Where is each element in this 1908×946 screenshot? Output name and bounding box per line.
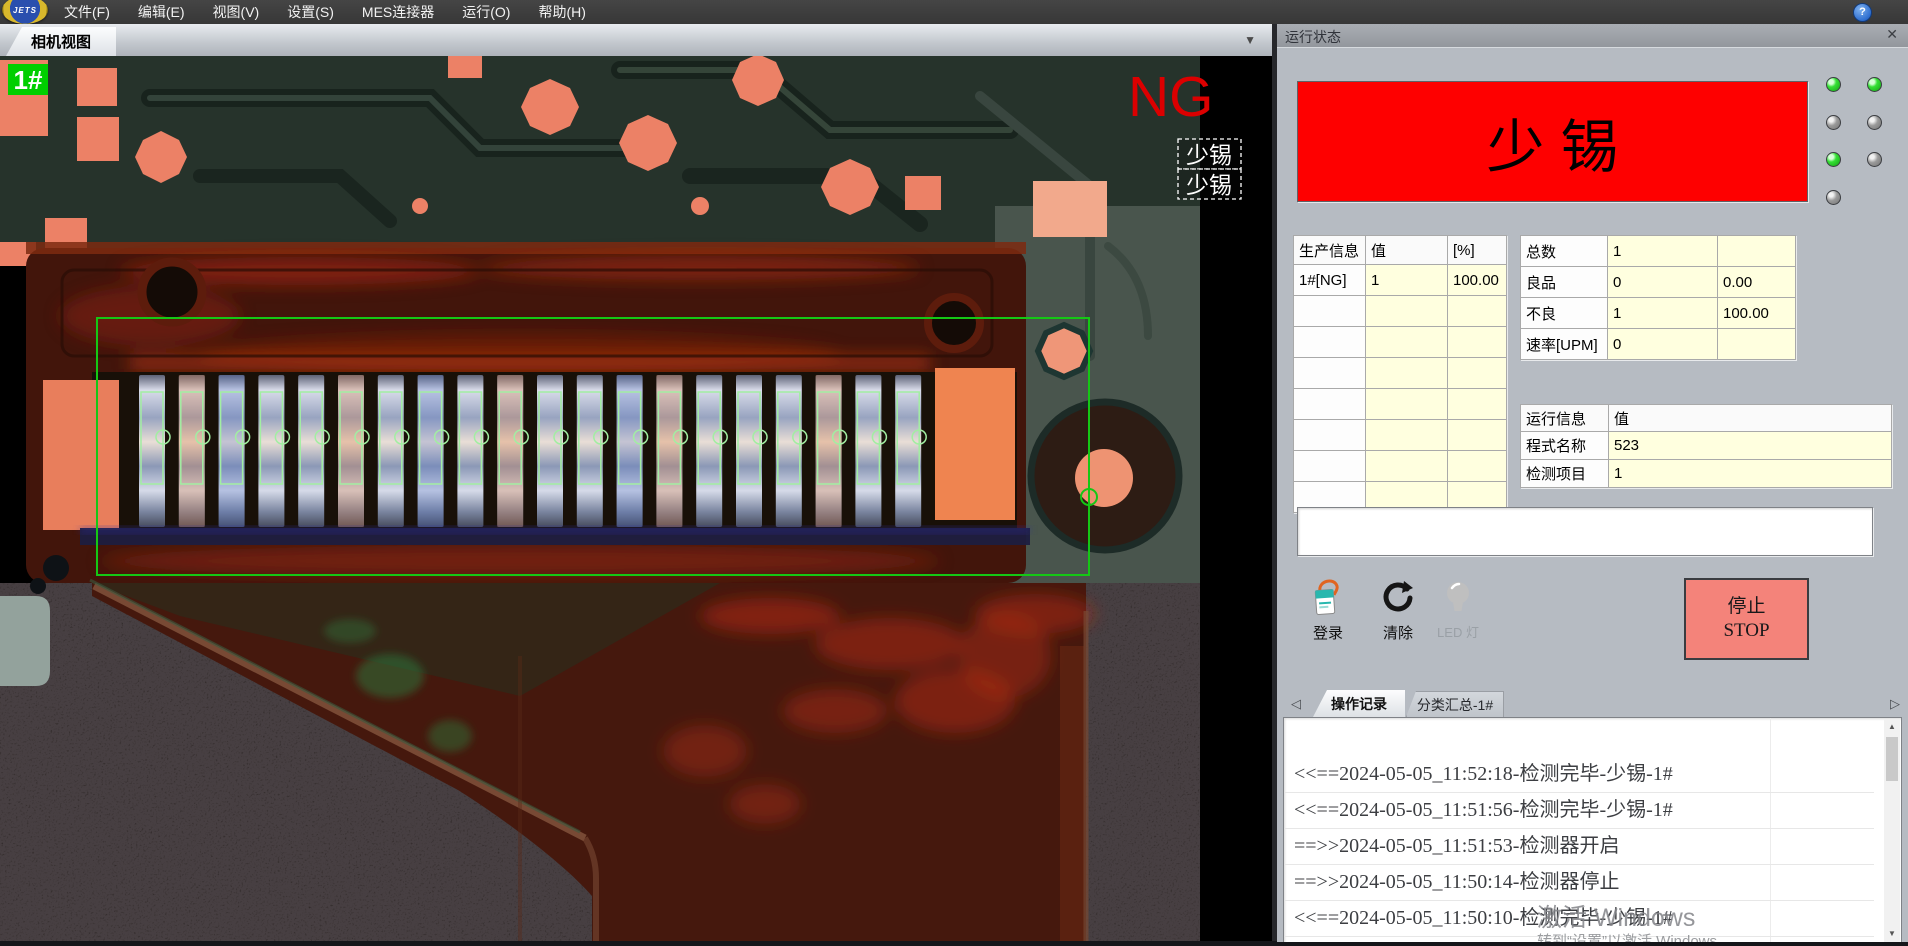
help-icon[interactable]: ? (1853, 3, 1872, 22)
scrollbar-thumb[interactable] (1886, 737, 1898, 781)
production-table: 生产信息 值 [%] 1#[NG] 1 100.00 (1293, 235, 1507, 513)
tab-operation-log[interactable]: 操作记录 (1313, 690, 1405, 717)
vertical-scrollbar[interactable]: ▲ ▼ (1884, 719, 1900, 942)
tab-camera-view[interactable]: 相机视图 (6, 27, 116, 56)
screw-hole (928, 297, 980, 349)
scroll-up-icon[interactable]: ▲ (1884, 719, 1900, 735)
camera-tab-bar: 相机视图 ▼ (0, 24, 1272, 57)
menu-edit[interactable]: 编辑(E) (124, 0, 199, 24)
log-entry[interactable]: ==>>2024-05-05_11:50:14-检测器停止 (1284, 864, 1874, 901)
status-led-on (1867, 77, 1882, 92)
windows-activation-watermark-sub: 转到“设置”以激活 Windows (1537, 930, 1717, 942)
menu-view[interactable]: 视图(V) (199, 0, 274, 24)
id-badge-icon (1296, 576, 1360, 620)
table-row: 1#[NG] 1 100.00 (1294, 265, 1507, 296)
status-led-off (1867, 152, 1882, 167)
table-row: 速率[UPM]0 (1521, 329, 1796, 360)
fiducial-mark (1031, 402, 1179, 550)
ng-result-label: NG (1128, 65, 1214, 129)
tab-scroll-left-icon[interactable]: ◁ (1291, 696, 1301, 712)
scroll-down-icon[interactable]: ▼ (1884, 926, 1900, 942)
gray-tab (0, 596, 50, 686)
table-row-empty (1294, 358, 1507, 389)
table-row: 检测项目1 (1521, 460, 1892, 488)
status-led-off (1826, 190, 1841, 205)
table-row: 不良1100.00 (1521, 298, 1796, 329)
status-led-on (1826, 152, 1841, 167)
table-row-empty (1294, 327, 1507, 358)
led-light-button[interactable]: LED 灯 (1426, 576, 1490, 641)
column-header: 值 (1366, 236, 1448, 265)
log-tab-strip: ◁ 操作记录 分类汇总-1# ▷ (1277, 689, 1908, 717)
column-header: 生产信息 (1294, 236, 1366, 265)
menu-help[interactable]: 帮助(H) (524, 0, 599, 24)
tab-scroll-right-icon[interactable]: ▷ (1890, 696, 1900, 712)
menu-run[interactable]: 运行(O) (448, 0, 524, 24)
pcb-inspection-image: 1# NG 少锡 少锡 (0, 56, 1272, 941)
close-icon[interactable]: ✕ (1886, 26, 1898, 43)
log-entry[interactable]: <<==2024-05-05_11:52:18-检测完毕-少锡-1# (1284, 756, 1874, 793)
status-led-off (1867, 115, 1882, 130)
table-row: 良品00.00 (1521, 267, 1796, 298)
menu-settings[interactable]: 设置(S) (273, 0, 348, 24)
panel-body: 少锡 生产信息 值 [%] 1#[NG] 1 100.00 (1277, 47, 1908, 942)
table-row-empty (1294, 389, 1507, 420)
stats-table: 总数1 良品00.00 不良1100.00 速率[UPM]0 (1520, 235, 1796, 360)
tab-category-summary[interactable]: 分类汇总-1# (1406, 691, 1504, 717)
flex-cable (0, 555, 1200, 941)
menu-mes-connector[interactable]: MES连接器 (348, 0, 448, 24)
octagon-pad (1038, 325, 1090, 377)
status-led-off (1826, 115, 1841, 130)
connector-end-pad (43, 380, 119, 530)
login-button[interactable]: 登录 (1296, 576, 1360, 643)
table-row: 程式名称523 (1521, 432, 1892, 460)
connector-end-pad (935, 368, 1015, 520)
panel-title: 运行状态 (1285, 27, 1341, 47)
screw-hole (142, 262, 202, 322)
defect-tag: 少锡 (1178, 169, 1241, 199)
bright-pad (1033, 181, 1107, 237)
camera-viewport[interactable]: 1# NG 少锡 少锡 (0, 56, 1272, 941)
run-status-panel: 运行状态 ✕ 少锡 生产信息 值 [%] 1#[NG] (1277, 24, 1908, 941)
table-row-empty (1294, 296, 1507, 327)
run-info-table: 运行信息 值 程式名称523 检测项目1 (1520, 404, 1892, 488)
menu-bar: JETS 文件(F) 编辑(E) 视图(V) 设置(S) MES连接器 运行(O… (0, 0, 1908, 24)
refresh-icon (1366, 576, 1430, 620)
table-row-empty (1294, 420, 1507, 451)
lightbulb-icon (1426, 576, 1490, 620)
log-entry[interactable]: ==>>2024-05-05_11:51:53-检测器开启 (1284, 828, 1874, 865)
svg-text:少锡: 少锡 (1186, 143, 1232, 168)
panel-title-bar: 运行状态 ✕ (1277, 24, 1908, 48)
defect-banner: 少锡 (1297, 81, 1808, 202)
clear-button[interactable]: 清除 (1366, 576, 1430, 643)
message-box (1297, 507, 1873, 556)
svg-text:1#: 1# (14, 65, 43, 95)
status-led-on (1826, 77, 1841, 92)
menu-file[interactable]: 文件(F) (50, 0, 124, 24)
windows-activation-watermark: 激活 Windows (1537, 898, 1695, 934)
station-label: 1# (8, 64, 48, 95)
column-header: 值 (1609, 405, 1892, 432)
defect-tag: 少锡 (1178, 139, 1241, 169)
column-header: [%] (1448, 236, 1507, 265)
table-row-empty (1294, 451, 1507, 482)
svg-text:少锡: 少锡 (1186, 173, 1232, 198)
log-entry[interactable]: <<==2024-05-05_11:51:56-检测完毕-少锡-1# (1284, 792, 1874, 829)
chevron-down-icon[interactable]: ▼ (1244, 33, 1256, 47)
app-logo-icon: JETS (2, 0, 48, 24)
table-row: 总数1 (1521, 236, 1796, 267)
stop-button[interactable]: 停止 STOP (1684, 578, 1809, 660)
application-window: JETS 文件(F) 编辑(E) 视图(V) 设置(S) MES连接器 运行(O… (0, 0, 1908, 941)
column-header: 运行信息 (1521, 405, 1609, 432)
